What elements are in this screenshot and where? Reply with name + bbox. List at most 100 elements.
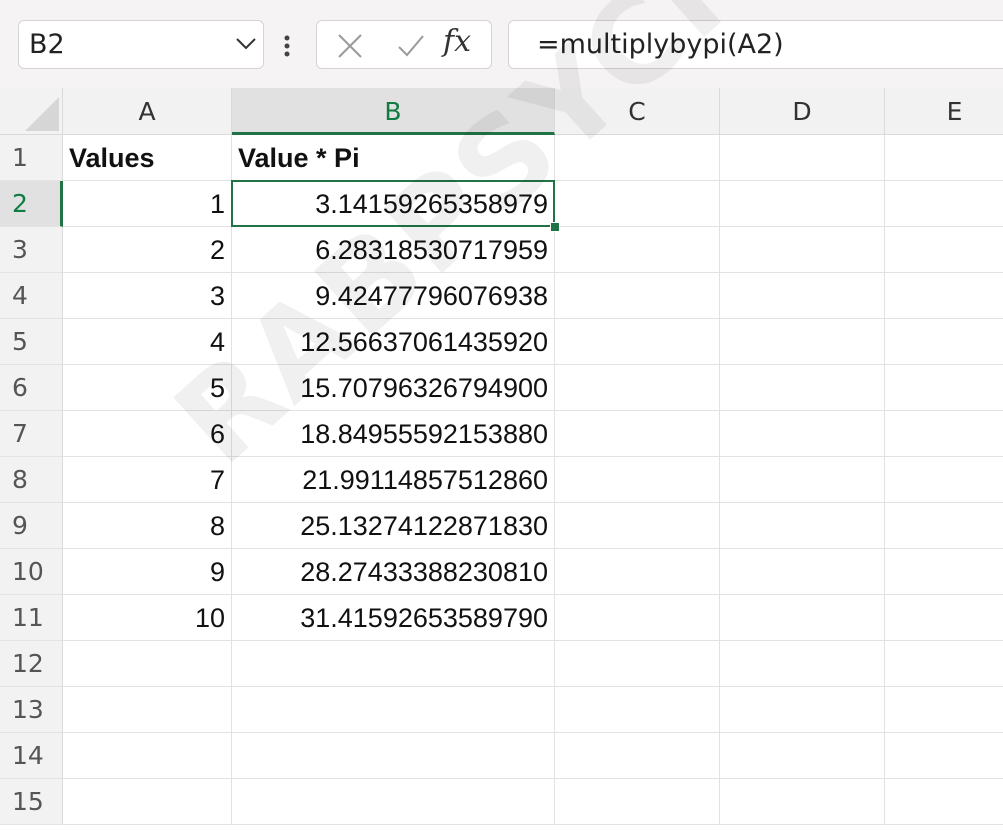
- cell-a7[interactable]: 6: [63, 411, 232, 457]
- formula-input[interactable]: =multiplybypi(A2): [508, 20, 1003, 69]
- cell-e11[interactable]: [885, 595, 1003, 641]
- cell-c2[interactable]: [555, 181, 720, 227]
- cell-a10[interactable]: 9: [63, 549, 232, 595]
- cell-c9[interactable]: [555, 503, 720, 549]
- column-header-b[interactable]: B: [232, 88, 555, 135]
- row-header-12[interactable]: 12: [0, 641, 63, 687]
- row-header-11[interactable]: 11: [0, 595, 63, 641]
- row-header-9[interactable]: 9: [0, 503, 63, 549]
- enter-icon[interactable]: [397, 34, 425, 58]
- cell-a9[interactable]: 8: [63, 503, 232, 549]
- cell-b10[interactable]: 28.27433388230810: [232, 549, 555, 595]
- cell-c11[interactable]: [555, 595, 720, 641]
- cell-d2[interactable]: [720, 181, 885, 227]
- cell-e6[interactable]: [885, 365, 1003, 411]
- cell-c7[interactable]: [555, 411, 720, 457]
- row-header-10[interactable]: 10: [0, 549, 63, 595]
- column-header-e[interactable]: E: [885, 88, 1003, 135]
- row-header-15[interactable]: 15: [0, 779, 63, 825]
- cell-d11[interactable]: [720, 595, 885, 641]
- cell-e7[interactable]: [885, 411, 1003, 457]
- cell-b11[interactable]: 31.41592653589790: [232, 595, 555, 641]
- cell-d15[interactable]: [720, 779, 885, 825]
- cell-d5[interactable]: [720, 319, 885, 365]
- cell-e13[interactable]: [885, 687, 1003, 733]
- select-all-corner[interactable]: [0, 88, 63, 135]
- cell-c3[interactable]: [555, 227, 720, 273]
- cell-b9[interactable]: 25.13274122871830: [232, 503, 555, 549]
- cell-b12[interactable]: [232, 641, 555, 687]
- cell-d14[interactable]: [720, 733, 885, 779]
- cell-c4[interactable]: [555, 273, 720, 319]
- cell-e8[interactable]: [885, 457, 1003, 503]
- cell-a3[interactable]: 2: [63, 227, 232, 273]
- cell-d13[interactable]: [720, 687, 885, 733]
- cell-e12[interactable]: [885, 641, 1003, 687]
- row-header-3[interactable]: 3: [0, 227, 63, 273]
- cell-a12[interactable]: [63, 641, 232, 687]
- cell-b15[interactable]: [232, 779, 555, 825]
- cell-b8[interactable]: 21.99114857512860: [232, 457, 555, 503]
- name-box[interactable]: B2: [18, 20, 264, 69]
- row-header-14[interactable]: 14: [0, 733, 63, 779]
- cell-c5[interactable]: [555, 319, 720, 365]
- cell-a4[interactable]: 3: [63, 273, 232, 319]
- cell-e3[interactable]: [885, 227, 1003, 273]
- cell-e15[interactable]: [885, 779, 1003, 825]
- cell-c6[interactable]: [555, 365, 720, 411]
- cell-d6[interactable]: [720, 365, 885, 411]
- cancel-icon[interactable]: [337, 33, 363, 59]
- cell-a11[interactable]: 10: [63, 595, 232, 641]
- column-header-c[interactable]: C: [555, 88, 720, 135]
- fill-handle[interactable]: [550, 222, 560, 232]
- cell-d4[interactable]: [720, 273, 885, 319]
- chevron-down-icon[interactable]: [235, 37, 257, 51]
- cell-b1[interactable]: Value * Pi: [232, 135, 555, 181]
- cell-c13[interactable]: [555, 687, 720, 733]
- cell-e9[interactable]: [885, 503, 1003, 549]
- cell-b3[interactable]: 6.28318530717959: [232, 227, 555, 273]
- cell-d3[interactable]: [720, 227, 885, 273]
- row-header-7[interactable]: 7: [0, 411, 63, 457]
- cell-a2[interactable]: 1: [63, 181, 232, 227]
- cell-a14[interactable]: [63, 733, 232, 779]
- cell-c12[interactable]: [555, 641, 720, 687]
- row-header-6[interactable]: 6: [0, 365, 63, 411]
- cell-a6[interactable]: 5: [63, 365, 232, 411]
- cell-d1[interactable]: [720, 135, 885, 181]
- cell-b5[interactable]: 12.56637061435920: [232, 319, 555, 365]
- cell-d7[interactable]: [720, 411, 885, 457]
- cell-d8[interactable]: [720, 457, 885, 503]
- cell-b14[interactable]: [232, 733, 555, 779]
- cell-b4[interactable]: 9.42477796076938: [232, 273, 555, 319]
- cell-a15[interactable]: [63, 779, 232, 825]
- cell-e5[interactable]: [885, 319, 1003, 365]
- cell-a5[interactable]: 4: [63, 319, 232, 365]
- cell-c8[interactable]: [555, 457, 720, 503]
- column-header-d[interactable]: D: [720, 88, 885, 135]
- cell-e14[interactable]: [885, 733, 1003, 779]
- more-options-icon[interactable]: [283, 34, 291, 58]
- cell-a1[interactable]: Values: [63, 135, 232, 181]
- cell-e2[interactable]: [885, 181, 1003, 227]
- cell-c14[interactable]: [555, 733, 720, 779]
- cell-c10[interactable]: [555, 549, 720, 595]
- row-header-13[interactable]: 13: [0, 687, 63, 733]
- row-header-4[interactable]: 4: [0, 273, 63, 319]
- cell-d9[interactable]: [720, 503, 885, 549]
- row-header-5[interactable]: 5: [0, 319, 63, 365]
- cell-d10[interactable]: [720, 549, 885, 595]
- cell-d12[interactable]: [720, 641, 885, 687]
- cell-c15[interactable]: [555, 779, 720, 825]
- cell-c1[interactable]: [555, 135, 720, 181]
- cell-a8[interactable]: 7: [63, 457, 232, 503]
- cell-e4[interactable]: [885, 273, 1003, 319]
- cell-b13[interactable]: [232, 687, 555, 733]
- column-header-a[interactable]: A: [63, 88, 232, 135]
- insert-function-icon[interactable]: fx: [443, 24, 471, 59]
- cell-e10[interactable]: [885, 549, 1003, 595]
- row-header-8[interactable]: 8: [0, 457, 63, 503]
- cell-b6[interactable]: 15.70796326794900: [232, 365, 555, 411]
- cell-b2[interactable]: 3.14159265358979: [232, 181, 555, 227]
- cell-a13[interactable]: [63, 687, 232, 733]
